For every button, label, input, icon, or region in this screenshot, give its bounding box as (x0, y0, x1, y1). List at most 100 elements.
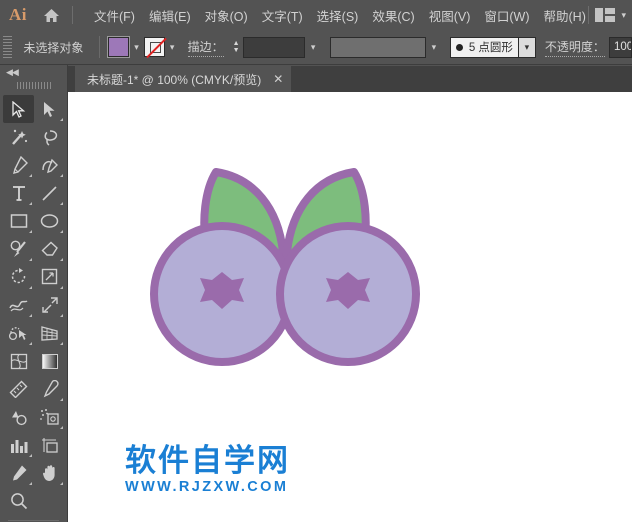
stroke-weight-stepper[interactable]: ▲ ▼ (229, 36, 243, 58)
document-tab-title: 未标题-1* @ 100% (CMYK/预览) (87, 72, 262, 87)
stroke-color-swatch[interactable] (143, 37, 167, 59)
tool-flyout-indicator (60, 314, 63, 317)
tools-panel: ◀◀ (0, 65, 68, 522)
symbol-sprayer-tool[interactable] (34, 403, 65, 431)
document-canvas[interactable]: 软件自学网 WWW.RJZXW.COM (68, 92, 632, 522)
tool-flyout-indicator (29, 482, 32, 485)
tool-flyout-indicator (60, 482, 63, 485)
fill-color-swatch[interactable] (107, 36, 130, 58)
menu-divider (72, 6, 73, 24)
graphic-style-field[interactable] (329, 36, 426, 58)
ai-logo: Ai (9, 5, 27, 24)
scale-tool[interactable] (34, 263, 65, 291)
brush-preview-icon (455, 43, 463, 51)
tool-flyout-indicator (60, 202, 63, 205)
watermark: 软件自学网 WWW.RJZXW.COM (125, 444, 290, 496)
mesh-tool[interactable] (3, 347, 34, 375)
tool-flyout-indicator (60, 342, 63, 345)
tools-divider (8, 520, 59, 521)
fill-chevron-down-icon[interactable]: ▾ (129, 37, 144, 57)
brush-definition-control[interactable]: 5 点圆形 ▾ (449, 36, 536, 58)
control-bar-grip[interactable] (3, 36, 13, 58)
tool-grid (0, 95, 68, 515)
collapse-panel-icon[interactable]: ◀◀ (0, 65, 67, 79)
line-segment-tool[interactable] (34, 179, 65, 207)
menu-bar: Ai 文件(F) 编辑(E) 对象(O) 文字(T) 选择(S) 效果(C) 视… (0, 0, 632, 30)
menu-effect[interactable]: 效果(C) (365, 2, 421, 29)
tool-flyout-indicator (29, 286, 32, 289)
eraser-tool[interactable] (34, 235, 65, 263)
illustrator-window: Ai 文件(F) 编辑(E) 对象(O) 文字(T) 选择(S) 效果(C) 视… (0, 0, 632, 522)
tools-panel-grip[interactable] (16, 79, 51, 91)
tool-flyout-indicator (60, 286, 63, 289)
tool-flyout-indicator (29, 230, 32, 233)
brush-definition-label: 5 点圆形 (468, 42, 513, 54)
menu-view[interactable]: 视图(V) (422, 2, 478, 29)
brush-chevron-down-icon[interactable]: ▾ (518, 36, 536, 58)
tool-flyout-indicator (60, 174, 63, 177)
opacity-input[interactable]: 100 (608, 36, 632, 58)
opacity-label[interactable]: 不透明度： (544, 38, 605, 57)
tool-slot-empty (34, 487, 65, 515)
close-icon[interactable]: ✕ (273, 73, 283, 85)
width-warp-tool[interactable] (3, 291, 34, 319)
menu-object[interactable]: 对象(O) (198, 2, 255, 29)
graphic-style-chevron-down-icon[interactable]: ▾ (425, 36, 442, 58)
workspace-switcher[interactable]: ▾ (582, 0, 626, 30)
home-icon[interactable] (36, 8, 66, 23)
selection-tool[interactable] (3, 95, 34, 123)
tool-flyout-indicator (29, 314, 32, 317)
selection-status-label: 未选择对象 (23, 40, 84, 55)
tool-flyout-indicator (29, 258, 32, 261)
menu-window[interactable]: 窗口(W) (477, 2, 536, 29)
tool-flyout-indicator (60, 426, 63, 429)
column-graph-tool[interactable] (3, 431, 34, 459)
tool-flyout-indicator (60, 230, 63, 233)
menu-type[interactable]: 文字(T) (255, 2, 310, 29)
zoom-tool[interactable] (3, 487, 34, 515)
menu-file[interactable]: 文件(F) (87, 2, 142, 29)
rectangle-tool[interactable] (3, 207, 34, 235)
artboard-tool[interactable] (34, 431, 65, 459)
paintbrush-tool[interactable] (3, 235, 34, 263)
magic-wand-tool[interactable] (3, 123, 34, 151)
menu-item-list: 文件(F) 编辑(E) 对象(O) 文字(T) 选择(S) 效果(C) 视图(V… (87, 2, 593, 29)
lasso-tool[interactable] (34, 123, 65, 151)
control-divider-1 (99, 36, 101, 58)
gradient-tool[interactable] (34, 347, 65, 375)
menu-edit[interactable]: 编辑(E) (142, 2, 198, 29)
workspace-switcher-icon[interactable] (595, 8, 616, 22)
pen-tool[interactable] (3, 151, 34, 179)
hand-tool[interactable] (34, 459, 65, 487)
blend-tool[interactable] (3, 403, 34, 431)
stroke-weight-chevron-down-icon[interactable]: ▾ (304, 36, 322, 58)
blueberry-illustration[interactable] (150, 160, 420, 375)
tool-flyout-indicator (29, 342, 32, 345)
free-transform-tool[interactable] (34, 291, 65, 319)
document-tab[interactable]: 未标题-1* @ 100% (CMYK/预览) ✕ (75, 66, 292, 92)
slice-tool[interactable] (3, 459, 34, 487)
ellipse-tool[interactable] (34, 207, 65, 235)
stroke-weight-label[interactable]: 描边： (187, 38, 224, 57)
document-tab-bar: 未标题-1* @ 100% (CMYK/预览) ✕ (68, 66, 632, 92)
perspective-grid-tool[interactable] (34, 319, 65, 347)
chevron-down-icon[interactable]: ▾ (621, 10, 626, 21)
tool-flyout-indicator (29, 202, 32, 205)
eyedropper-tool[interactable] (34, 375, 65, 403)
watermark-title: 软件自学网 (125, 443, 290, 479)
stroke-chevron-down-icon[interactable]: ▾ (165, 37, 180, 57)
control-bar: 未选择对象 ▾ ▾ 描边： ▲ ▼ ▾ ▾ 5 点圆形 ▾ 不透明度： 100 (0, 30, 632, 65)
tool-flyout-indicator (29, 454, 32, 457)
type-tool[interactable] (3, 179, 34, 207)
stroke-weight-control[interactable]: ▲ ▼ ▾ (229, 36, 322, 58)
direct-selection-tool[interactable] (34, 95, 65, 123)
tool-flyout-indicator (29, 174, 32, 177)
measure-tool[interactable] (3, 375, 34, 403)
curvature-tool[interactable] (34, 151, 65, 179)
shape-builder-tool[interactable] (3, 319, 34, 347)
workspace-divider (588, 6, 590, 24)
rotate-tool[interactable] (3, 263, 34, 291)
menu-select[interactable]: 选择(S) (310, 2, 366, 29)
brush-definition-field[interactable]: 5 点圆形 (449, 36, 519, 58)
stroke-weight-input[interactable] (242, 36, 305, 58)
